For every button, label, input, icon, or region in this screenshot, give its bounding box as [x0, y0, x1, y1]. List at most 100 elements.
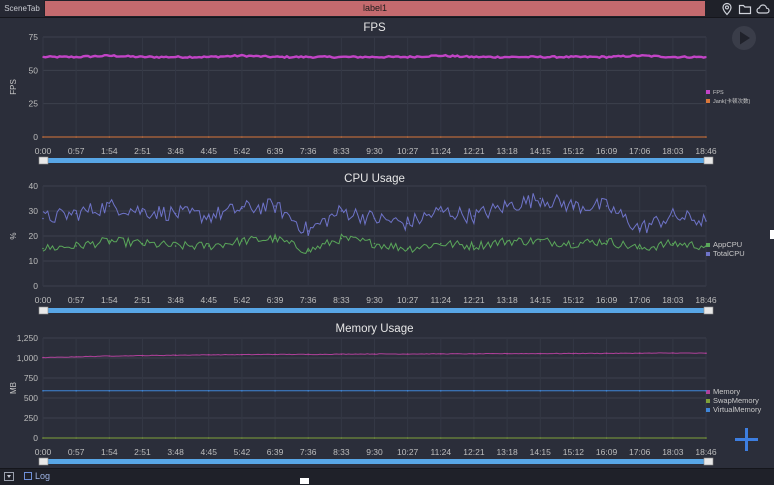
data-point [406, 222, 409, 225]
x-tick-label: 4:45 [200, 146, 217, 156]
data-point [274, 136, 276, 138]
data-point [672, 242, 674, 245]
data-point [672, 437, 674, 439]
data-point [42, 56, 44, 58]
data-point [473, 136, 475, 138]
x-tick-label: 13:18 [496, 447, 518, 457]
legend-swatch [706, 408, 710, 412]
charts-panel: FPS FPS 75 50 25 0 0:00 0:57 1:54 2:51 3:48 4:45 5:4… [0, 18, 774, 468]
location-icon[interactable] [720, 2, 734, 16]
data-point [274, 205, 276, 207]
data-point [340, 136, 343, 138]
x-tick-label: 10:27 [397, 295, 419, 305]
data-point [108, 390, 111, 392]
data-point [241, 54, 243, 57]
data-point [539, 437, 542, 439]
x-tick-label: 12:21 [463, 146, 485, 156]
data-point [638, 136, 641, 138]
data-point [605, 136, 608, 138]
data-point [174, 437, 177, 439]
legend-label: AppCPU [713, 240, 742, 249]
data-point [506, 56, 508, 58]
data-point [241, 136, 243, 138]
data-point [75, 245, 77, 247]
range-slider-left-handle[interactable] [38, 457, 49, 466]
data-point [473, 215, 475, 217]
data-point [473, 390, 475, 392]
data-point [705, 136, 707, 138]
panel-resize-handle[interactable] [770, 230, 774, 239]
x-tick-label: 2:51 [134, 146, 151, 156]
data-point [373, 136, 376, 138]
x-tick-label: 0:57 [68, 447, 85, 457]
range-slider-right-handle[interactable] [703, 156, 714, 165]
x-tick-label: 3:48 [167, 447, 184, 457]
data-point [141, 210, 144, 212]
data-point [141, 136, 144, 138]
x-tick-label: 8:33 [333, 447, 350, 457]
data-point [473, 437, 475, 439]
x-tick-label: 0:00 [35, 447, 52, 457]
top-toolbar: SceneTab label1 [0, 0, 774, 18]
data-point [207, 136, 210, 138]
bottom-marker [300, 478, 309, 484]
data-point [572, 56, 575, 58]
y-tick-label: 0 [33, 433, 38, 443]
range-slider-left-handle[interactable] [38, 156, 49, 165]
data-point [373, 390, 376, 392]
data-point [174, 245, 177, 247]
legend-swatch [706, 243, 710, 247]
log-toggle[interactable]: Log [24, 471, 50, 481]
cloud-icon[interactable] [756, 2, 770, 16]
x-tick-label: 1:54 [101, 146, 118, 156]
y-tick-label: 20 [29, 231, 39, 241]
log-checkbox[interactable] [24, 472, 32, 480]
folder-icon[interactable] [738, 2, 752, 16]
data-point [440, 353, 442, 355]
data-point [42, 356, 44, 359]
data-point [705, 390, 707, 392]
data-point [241, 437, 243, 439]
data-point [572, 390, 575, 392]
range-slider-left-handle[interactable] [38, 306, 49, 315]
data-point [340, 210, 343, 212]
data-point [307, 136, 310, 138]
x-tick-label: 11:24 [430, 447, 451, 457]
data-point [274, 56, 276, 58]
x-tick-label: 9:30 [366, 146, 383, 156]
data-point [108, 54, 111, 57]
data-point [307, 390, 310, 392]
data-point [174, 56, 177, 58]
x-tick-label: 5:42 [234, 295, 251, 305]
x-tick-label: 0:00 [35, 295, 52, 305]
x-tick-label: 8:33 [333, 295, 350, 305]
range-slider-right-handle[interactable] [703, 457, 714, 466]
data-point [705, 352, 707, 355]
scene-tab[interactable]: SceneTab [0, 0, 44, 17]
x-tick-label: 3:48 [167, 146, 184, 156]
data-point [207, 354, 210, 356]
x-tick-label: 6:39 [267, 146, 284, 156]
range-slider-right-handle[interactable] [703, 306, 714, 315]
legend-label: VirtualMemory [713, 405, 761, 414]
x-tick-label: 14:15 [530, 146, 552, 156]
data-point [705, 220, 707, 222]
data-point [506, 205, 508, 207]
toolbar-icons [720, 1, 770, 16]
data-point [638, 227, 641, 230]
data-point [108, 437, 111, 439]
data-point [75, 212, 77, 215]
data-point [506, 390, 508, 392]
x-tick-label: 5:42 [234, 447, 251, 457]
data-point [539, 352, 542, 355]
label-bar[interactable]: label1 [45, 1, 705, 16]
data-point [440, 390, 442, 392]
x-tick-label: 7:36 [300, 447, 317, 457]
dropdown-toggle-icon[interactable] [4, 472, 14, 481]
x-tick-label: 17:06 [629, 295, 651, 305]
data-point [638, 390, 641, 392]
x-tick-label: 2:51 [134, 447, 151, 457]
data-point [141, 390, 144, 392]
data-point [672, 136, 674, 138]
y-tick-label: 500 [24, 393, 38, 403]
